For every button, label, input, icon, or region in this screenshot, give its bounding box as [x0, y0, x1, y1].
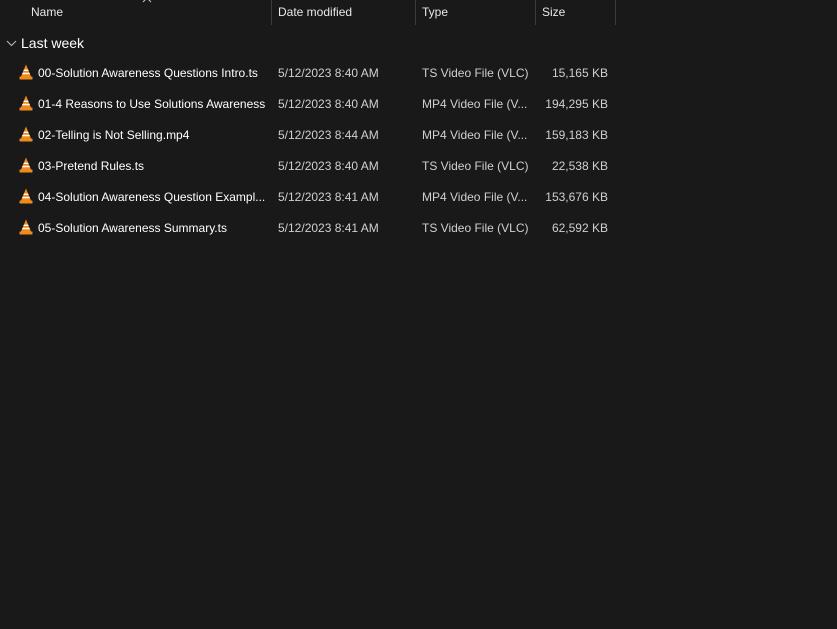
column-header-date-label: Date modified [278, 5, 353, 19]
group-header-last-week[interactable]: Last week [0, 33, 300, 55]
file-date-modified: 5/12/2023 8:41 AM [278, 221, 379, 235]
file-row[interactable]: 05-Solution Awareness Summary.ts 5/12/20… [0, 213, 616, 244]
file-size: 62,592 KB [551, 221, 608, 235]
column-header-size-label: Size [542, 5, 566, 19]
file-type: MP4 Video File (V... [422, 97, 528, 111]
file-name: 04-Solution Awareness Question Exampl... [38, 190, 266, 204]
file-size: 153,676 KB [545, 190, 608, 204]
vlc-file-icon [19, 64, 33, 80]
file-date-modified: 5/12/2023 8:40 AM [278, 97, 379, 111]
column-divider[interactable] [615, 0, 616, 25]
vlc-file-icon [19, 219, 33, 235]
chevron-down-icon[interactable] [6, 39, 17, 47]
file-size: 22,538 KB [551, 159, 608, 173]
column-header-name[interactable]: Name [0, 0, 271, 25]
sort-ascending-icon [142, 0, 152, 3]
column-header-size[interactable]: Size [536, 0, 615, 25]
file-size: 159,183 KB [545, 128, 608, 142]
file-name: 00-Solution Awareness Questions Intro.ts [38, 66, 258, 80]
file-list: 00-Solution Awareness Questions Intro.ts… [0, 58, 616, 244]
file-row[interactable]: 02-Telling is Not Selling.mp4 5/12/2023 … [0, 120, 616, 151]
file-date-modified: 5/12/2023 8:44 AM [278, 128, 379, 142]
file-name: 03-Pretend Rules.ts [38, 159, 145, 173]
vlc-file-icon [19, 188, 33, 204]
file-row[interactable]: 01-4 Reasons to Use Solutions Awareness.… [0, 89, 616, 120]
vlc-file-icon [19, 126, 33, 142]
file-name: 02-Telling is Not Selling.mp4 [38, 128, 190, 142]
group-label: Last week [21, 35, 85, 51]
file-date-modified: 5/12/2023 8:41 AM [278, 190, 379, 204]
file-type: TS Video File (VLC) [422, 159, 528, 173]
file-type: MP4 Video File (V... [422, 190, 528, 204]
column-header-type[interactable]: Type [416, 0, 535, 25]
vlc-file-icon [19, 95, 33, 111]
file-size: 15,165 KB [551, 66, 608, 80]
file-row[interactable]: 00-Solution Awareness Questions Intro.ts… [0, 58, 616, 89]
file-date-modified: 5/12/2023 8:40 AM [278, 159, 379, 173]
file-type: TS Video File (VLC) [422, 221, 528, 235]
file-size: 194,295 KB [545, 97, 608, 111]
file-row[interactable]: 04-Solution Awareness Question Exampl...… [0, 182, 616, 213]
file-date-modified: 5/12/2023 8:40 AM [278, 66, 379, 80]
file-row[interactable]: 03-Pretend Rules.ts 5/12/2023 8:40 AM TS… [0, 151, 616, 182]
vlc-file-icon [19, 157, 33, 173]
column-header-type-label: Type [422, 5, 449, 19]
file-name: 01-4 Reasons to Use Solutions Awareness.… [38, 97, 266, 111]
file-type: TS Video File (VLC) [422, 66, 528, 80]
column-header-name-label: Name [31, 5, 64, 19]
file-explorer-details-view: Name Date modified Type Size Last week 0… [0, 0, 837, 629]
file-type: MP4 Video File (V... [422, 128, 528, 142]
file-name: 05-Solution Awareness Summary.ts [38, 221, 227, 235]
column-header-bar: Name Date modified Type Size [0, 0, 616, 25]
column-header-date[interactable]: Date modified [272, 0, 415, 25]
